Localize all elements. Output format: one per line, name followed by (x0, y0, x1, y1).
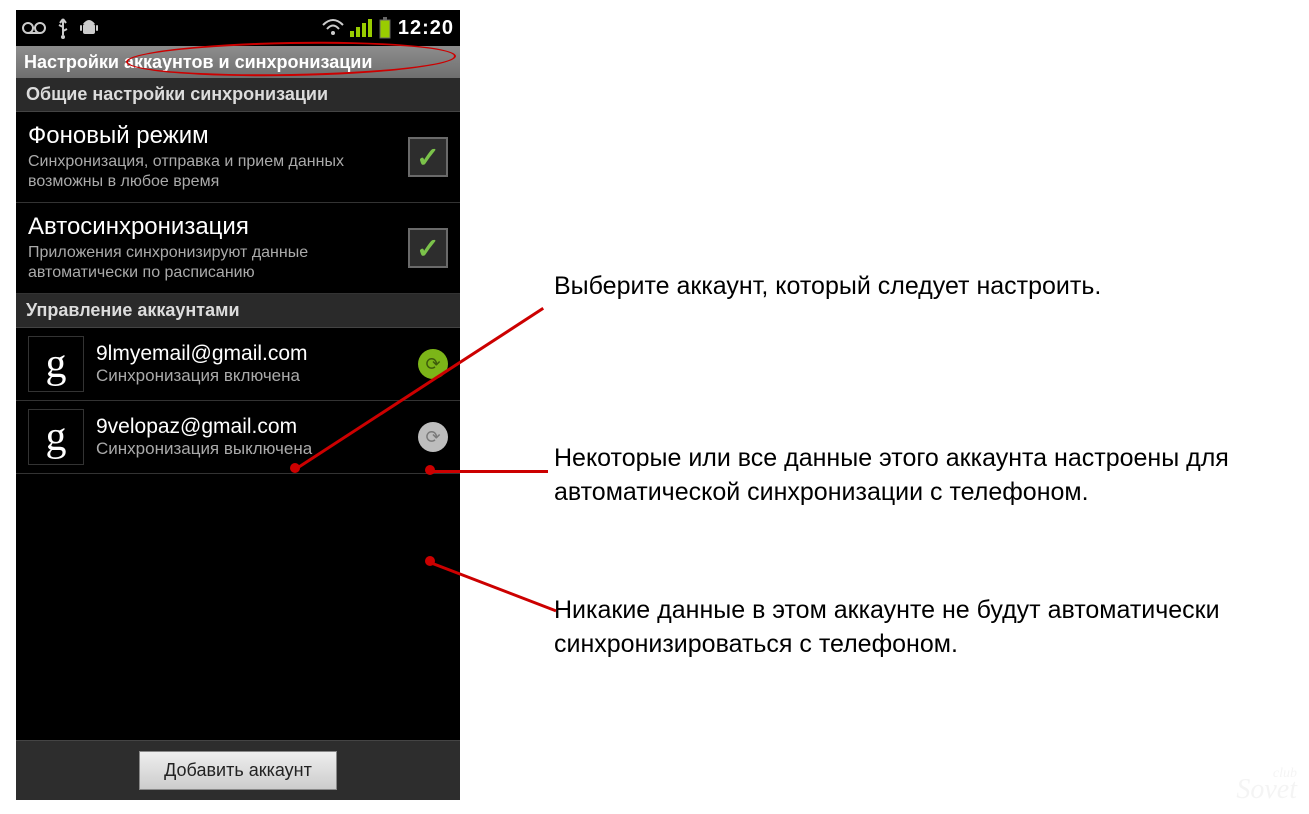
status-clock: 12:20 (398, 17, 454, 40)
account-email: 9lmyemail@gmail.com (96, 342, 410, 366)
status-bar: 12:20 (16, 10, 460, 46)
check-icon: ✓ (416, 141, 439, 174)
account-status: Синхронизация выключена (96, 439, 410, 459)
setting-title: Фоновый режим (28, 122, 398, 150)
setting-subtitle: Приложения синхронизируют данные автомат… (28, 243, 398, 283)
battery-icon (378, 17, 392, 39)
annotation-3: Никакие данные в этом аккаунте не будут … (554, 594, 1254, 662)
wifi-icon (322, 19, 344, 37)
setting-autosync[interactable]: Автосинхронизация Приложения синхронизир… (16, 203, 460, 294)
setting-subtitle: Синхронизация, отправка и прием данных в… (28, 152, 398, 192)
google-icon: g (28, 336, 84, 392)
add-account-button[interactable]: Добавить аккаунт (139, 751, 337, 790)
check-icon: ✓ (416, 232, 439, 265)
voicemail-icon (22, 21, 46, 35)
watermark: club Sovet (1236, 766, 1297, 806)
annotation-2: Некоторые или все данные этого аккаунта … (554, 442, 1254, 510)
account-row-1[interactable]: g 9lmyemail@gmail.com Синхронизация вклю… (16, 328, 460, 401)
setting-background-mode[interactable]: Фоновый режим Синхронизация, отправка и … (16, 112, 460, 203)
usb-icon (56, 17, 70, 39)
account-row-2[interactable]: g 9velopaz@gmail.com Синхронизация выклю… (16, 401, 460, 474)
signal-icon (350, 19, 372, 37)
bottom-bar: Добавить аккаунт (16, 740, 460, 800)
section-header-accounts: Управление аккаунтами (16, 294, 460, 328)
section-header-general: Общие настройки синхронизации (16, 78, 460, 112)
android-icon (80, 18, 98, 38)
annotation-1: Выберите аккаунт, который следует настро… (554, 270, 1254, 304)
account-status: Синхронизация включена (96, 366, 410, 386)
checkbox-autosync[interactable]: ✓ (408, 228, 448, 268)
sync-off-icon: ⟳ (418, 422, 448, 452)
screen-title-bar: Настройки аккаунтов и синхронизации (16, 46, 460, 78)
screen-title: Настройки аккаунтов и синхронизации (24, 52, 372, 73)
setting-title: Автосинхронизация (28, 213, 398, 241)
google-icon: g (28, 409, 84, 465)
annotation-line (430, 470, 548, 473)
checkbox-background[interactable]: ✓ (408, 137, 448, 177)
